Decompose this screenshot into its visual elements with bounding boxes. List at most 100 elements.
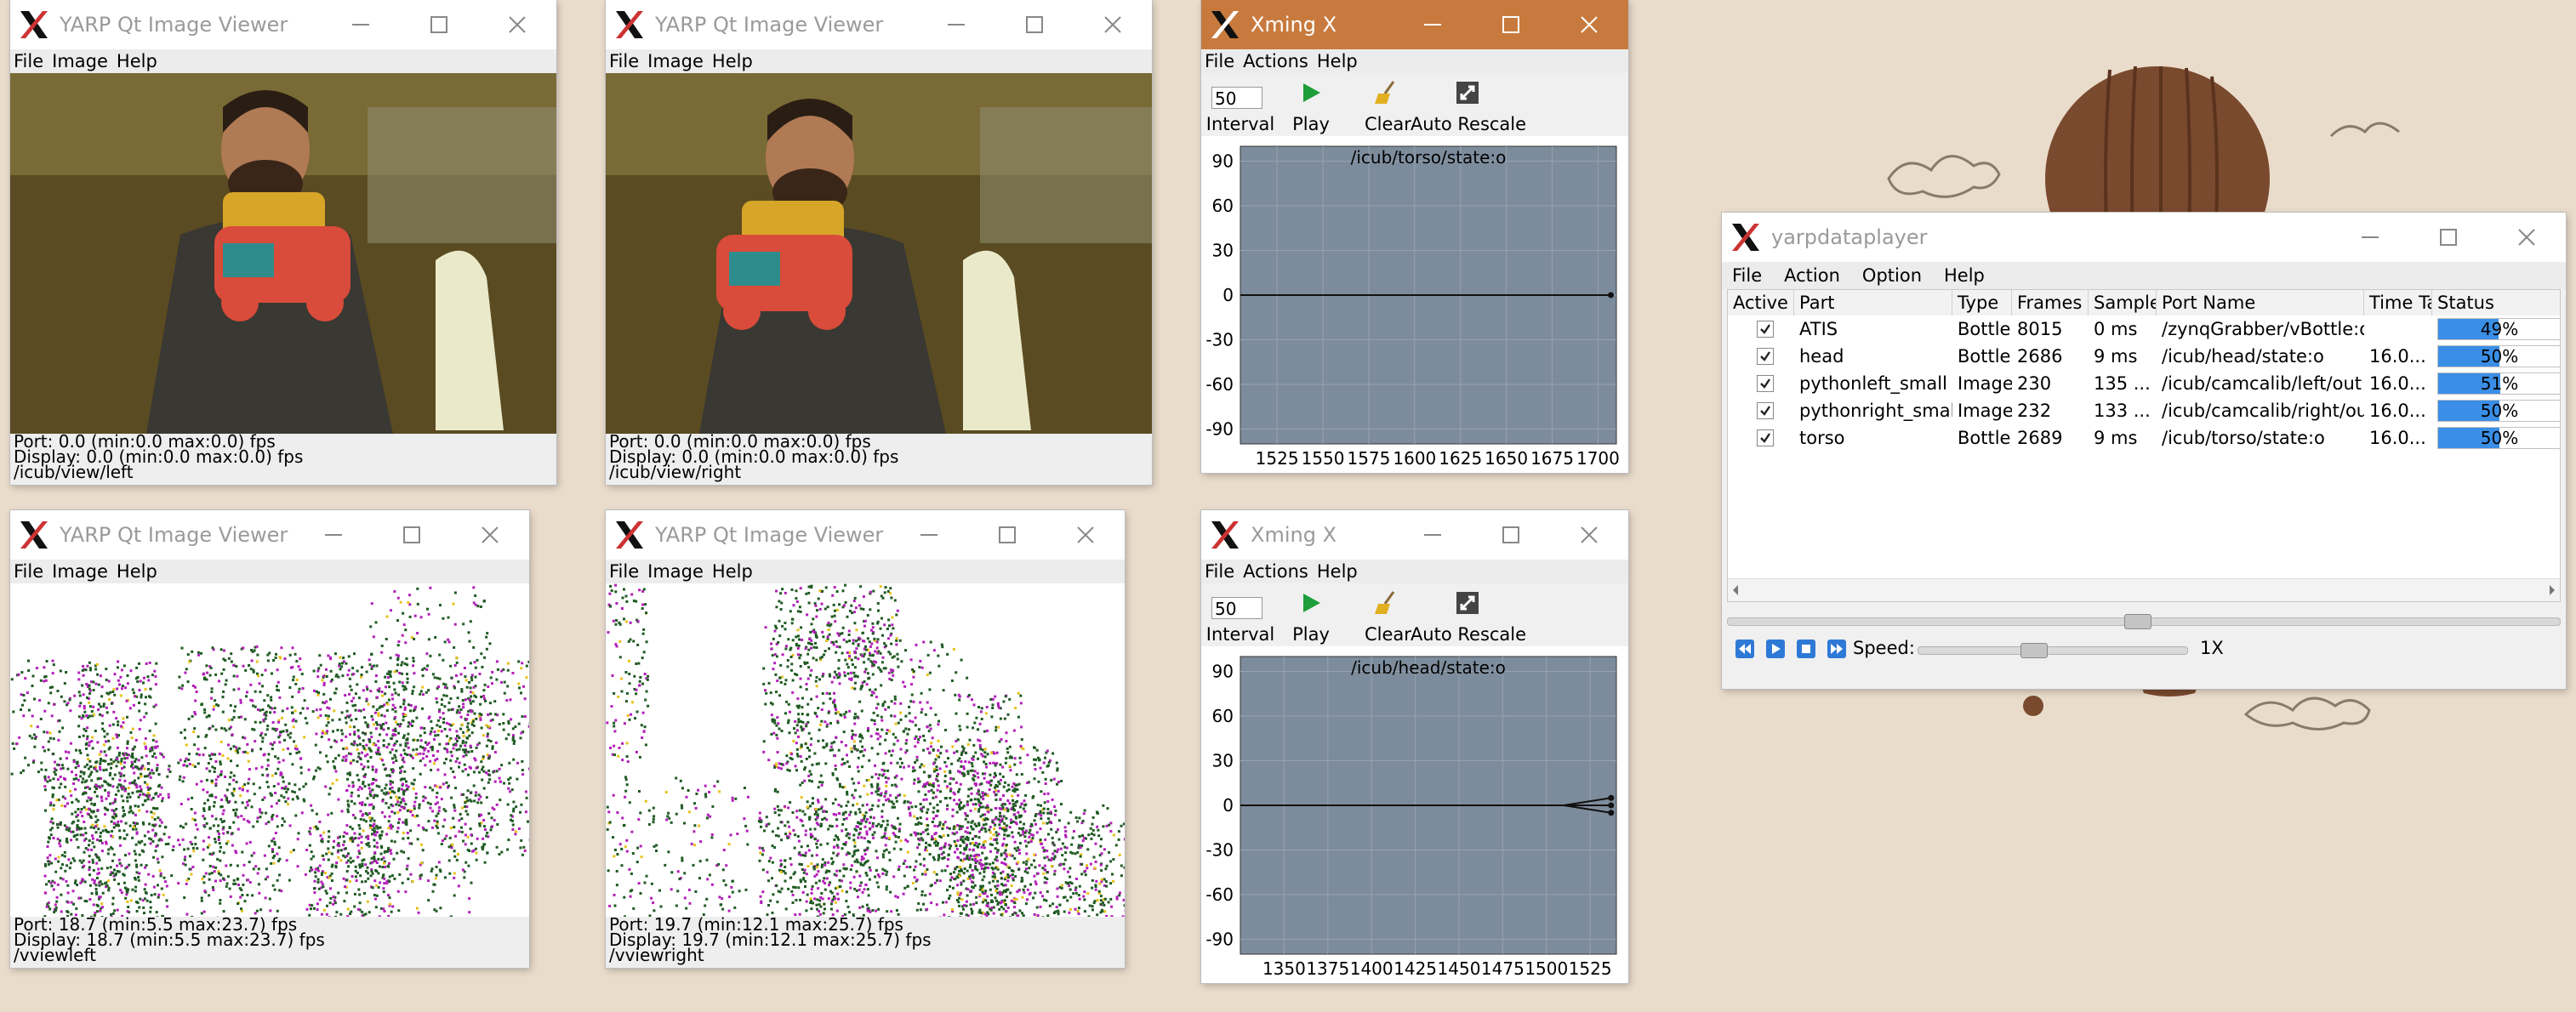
menu-help[interactable]: Help — [117, 561, 157, 582]
event-pixel — [194, 836, 197, 839]
menu-file[interactable]: File — [609, 561, 639, 582]
event-pixel — [222, 826, 225, 829]
event-pixel — [965, 845, 968, 848]
event-pixel — [721, 897, 724, 901]
minimize-button[interactable] — [322, 0, 400, 49]
event-pixel — [1120, 824, 1123, 827]
event-pixel — [775, 655, 778, 658]
event-pixel — [1024, 902, 1028, 906]
event-pixel — [399, 753, 402, 757]
event-pixel — [1020, 876, 1023, 879]
close-button[interactable] — [478, 0, 556, 49]
event-pixel — [430, 869, 433, 873]
event-pixel — [346, 808, 350, 811]
event-pixel — [822, 702, 825, 705]
event-pixel — [454, 760, 458, 763]
titlebar[interactable]: YARP Qt Image Viewer — [10, 0, 556, 49]
event-pixel — [150, 894, 153, 897]
menu-help[interactable]: Help — [712, 51, 753, 71]
menu-file[interactable]: File — [14, 561, 43, 582]
event-pixel — [406, 809, 409, 812]
event-pixel — [464, 768, 467, 771]
close-button[interactable] — [451, 510, 529, 560]
event-pixel — [883, 591, 886, 594]
menu-help[interactable]: Help — [712, 561, 753, 582]
close-button[interactable] — [1074, 0, 1152, 49]
event-pixel — [822, 739, 824, 742]
event-pixel — [238, 887, 242, 890]
event-pixel — [943, 845, 946, 849]
event-pixel — [328, 850, 331, 854]
menu-image[interactable]: Image — [647, 51, 704, 71]
event-pixel — [224, 776, 226, 778]
event-pixel — [653, 909, 656, 913]
event-pixel — [852, 804, 855, 807]
event-pixel — [625, 600, 629, 603]
event-pixel — [799, 677, 802, 680]
titlebar[interactable]: YARP Qt Image Viewer — [10, 510, 529, 560]
event-pixel — [456, 708, 459, 712]
event-pixel — [914, 737, 917, 740]
menu-image[interactable]: Image — [647, 561, 704, 582]
event-pixel — [277, 736, 281, 739]
event-pixel — [349, 856, 352, 860]
event-pixel — [503, 691, 506, 695]
close-button[interactable] — [1046, 510, 1125, 560]
event-pixel — [56, 763, 60, 766]
event-pixel — [353, 652, 356, 656]
event-pixel — [277, 799, 281, 802]
event-pixel — [480, 652, 483, 656]
event-pixel — [168, 770, 172, 773]
event-pixel — [123, 779, 127, 782]
menu-file[interactable]: File — [609, 51, 639, 71]
event-pixel — [109, 783, 112, 787]
event-pixel — [384, 768, 387, 771]
event-pixel — [133, 745, 136, 748]
maximize-button[interactable] — [995, 0, 1074, 49]
event-pixel — [345, 870, 349, 873]
maximize-button[interactable] — [400, 0, 478, 49]
event-pixel — [320, 880, 323, 884]
event-pixel — [466, 773, 470, 776]
event-pixel — [670, 871, 674, 874]
event-pixel — [102, 769, 105, 772]
event-pixel — [848, 813, 852, 816]
event-pixel — [922, 770, 926, 774]
event-pixel — [86, 726, 89, 730]
maximize-button[interactable] — [373, 510, 451, 560]
event-pixel — [100, 750, 103, 753]
event-pixel — [352, 673, 356, 676]
event-pixel — [367, 765, 370, 769]
menu-image[interactable]: Image — [52, 51, 108, 71]
event-pixel — [1039, 827, 1042, 831]
minimize-button[interactable] — [294, 510, 373, 560]
minimize-button[interactable] — [890, 510, 968, 560]
menu-help[interactable]: Help — [117, 51, 157, 71]
event-pixel — [402, 623, 406, 627]
event-pixel — [965, 900, 968, 903]
event-pixel — [369, 826, 373, 829]
event-pixel — [846, 672, 850, 675]
event-pixel — [138, 872, 141, 875]
event-pixel — [885, 644, 887, 647]
event-pixel — [220, 726, 224, 730]
minimize-button[interactable] — [917, 0, 995, 49]
event-pixel — [216, 775, 219, 778]
titlebar[interactable]: YARP Qt Image Viewer — [606, 510, 1125, 560]
titlebar[interactable]: YARP Qt Image Viewer — [606, 0, 1152, 49]
menu-file[interactable]: File — [14, 51, 43, 71]
event-pixel — [299, 766, 303, 769]
event-pixel — [278, 873, 281, 877]
event-pixel — [645, 690, 648, 693]
event-pixel — [854, 788, 857, 792]
event-pixel — [442, 825, 445, 828]
event-pixel — [946, 826, 949, 829]
maximize-button[interactable] — [968, 510, 1046, 560]
event-pixel — [322, 674, 326, 678]
event-pixel — [442, 712, 445, 715]
close-icon — [1077, 526, 1094, 543]
event-pixel — [364, 773, 368, 776]
menu-image[interactable]: Image — [52, 561, 108, 582]
event-pixel — [57, 860, 60, 863]
event-pixel — [91, 736, 94, 739]
